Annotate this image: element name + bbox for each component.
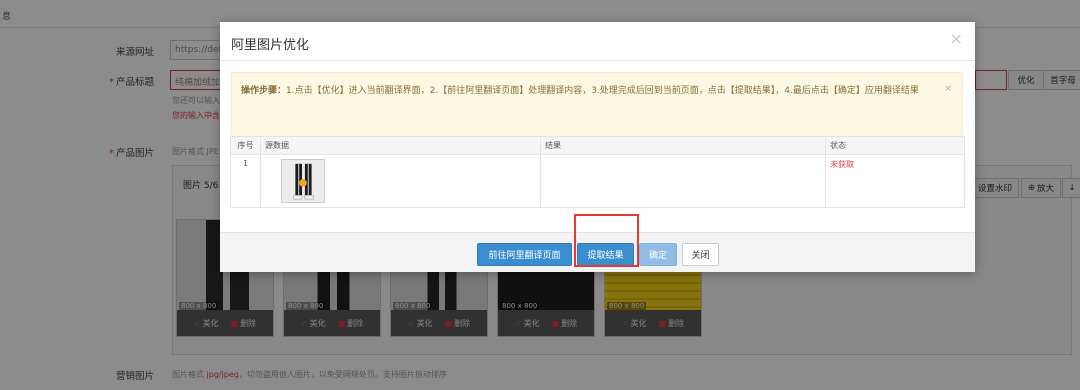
col-result: 结果 (540, 136, 826, 155)
alert-lead: 操作步骤： (241, 86, 287, 96)
table-row: 1 未获取 (230, 154, 965, 208)
row-index: 1 (230, 154, 261, 208)
source-image-thumb (281, 159, 325, 203)
col-status: 状态 (825, 136, 965, 155)
goto-ali-translate-button[interactable]: 前往阿里翻译页面 (477, 243, 572, 266)
col-source: 源数据 (260, 136, 541, 155)
alert-close-icon[interactable]: × (944, 81, 952, 97)
row-status: 未获取 (825, 154, 965, 208)
status-badge: 未获取 (830, 160, 854, 169)
alert-text: 1.点击【优化】进入当前翻译界面，2.【前往阿里翻译页面】处理翻译内容，3.处理… (286, 86, 919, 96)
divider (220, 60, 975, 61)
close-icon[interactable]: × (950, 31, 963, 47)
col-index: 序号 (230, 136, 261, 155)
confirm-button[interactable]: 确定 (639, 243, 677, 266)
dialog-title: 阿里图片优化 (231, 38, 310, 53)
optimize-table: 序号 源数据 结果 状态 1 未获取 (230, 136, 965, 208)
close-button[interactable]: 关闭 (682, 243, 719, 266)
row-result (540, 154, 826, 208)
fetch-result-highlight (574, 214, 639, 267)
row-source (260, 154, 541, 208)
instructions-alert: 操作步骤：1.点击【优化】进入当前翻译界面，2.【前往阿里翻译页面】处理翻译内容… (231, 72, 963, 144)
ali-image-optimize-dialog: 阿里图片优化 × 操作步骤：1.点击【优化】进入当前翻译界面，2.【前往阿里翻译… (220, 22, 975, 272)
